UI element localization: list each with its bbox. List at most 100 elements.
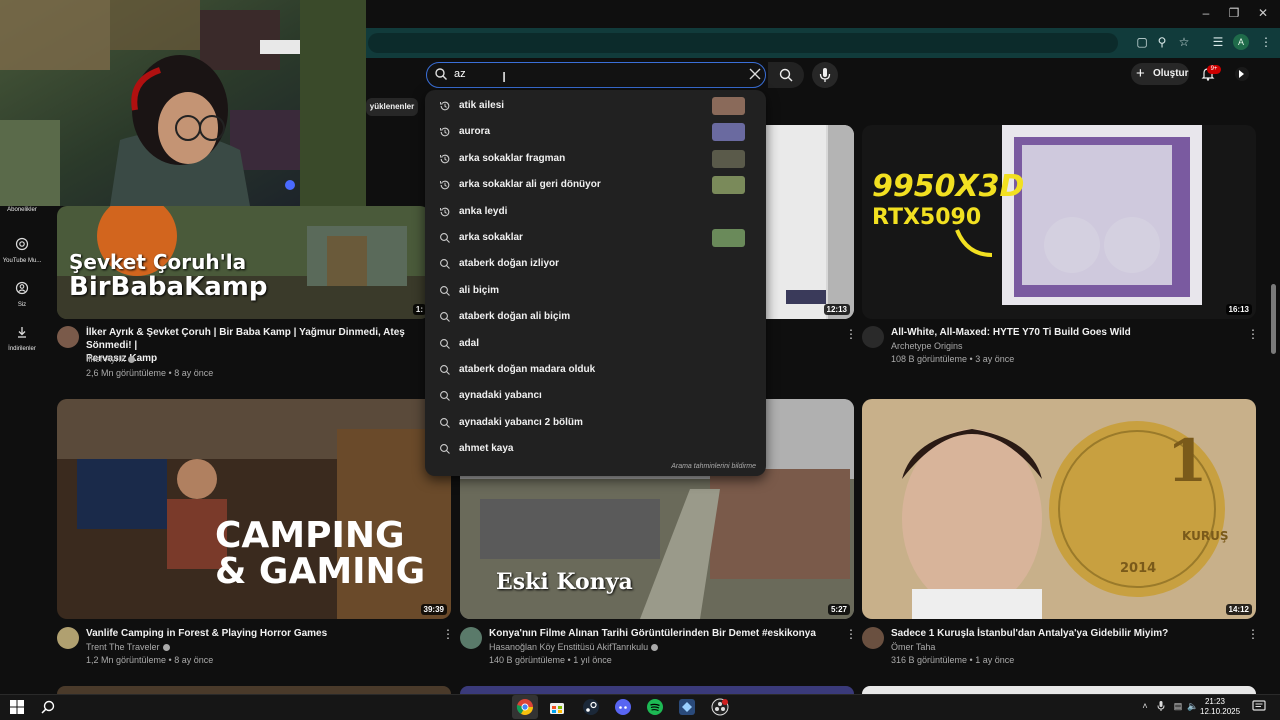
browser-menu-icon[interactable]: ⋮ (1258, 34, 1274, 50)
search-suggestion-item[interactable]: ataberk doğan madara olduk (425, 358, 766, 384)
video-thumbnail[interactable]: 1 KURUŞ 2014 14:12 (862, 399, 1256, 619)
video-title[interactable]: Konya'nın Filme Alınan Tarihi Görüntüler… (489, 627, 839, 640)
minimize-icon[interactable]: – (1196, 6, 1216, 22)
tray-microphone-icon[interactable] (1156, 700, 1166, 712)
filter-chip-uploads[interactable]: yüklenenler (366, 98, 418, 116)
channel-name[interactable]: İlker Ayrık (86, 353, 136, 366)
more-options-icon[interactable]: ⋮ (845, 627, 857, 641)
more-options-icon[interactable]: ⋮ (845, 327, 857, 341)
search-suggestion-item[interactable]: adal (425, 332, 766, 358)
search-button[interactable] (768, 62, 804, 88)
video-thumbnail[interactable] (57, 686, 451, 694)
playlist-icon[interactable]: ☰ (1210, 34, 1226, 50)
taskbar-search-icon[interactable] (40, 699, 56, 715)
video-thumbnail[interactable] (862, 686, 1256, 694)
search-suggestion-item[interactable]: aynadaki yabancı (425, 384, 766, 410)
taskbar-clock[interactable]: 21:23 12.10.2025 (1200, 697, 1241, 717)
video-title[interactable]: İlker Ayrık & Şevket Çoruh | Bir Baba Ka… (86, 326, 426, 365)
suggestion-text: ataberk doğan madara olduk (459, 364, 596, 375)
page-scrollbar[interactable] (1271, 284, 1276, 354)
clear-search-icon[interactable] (748, 67, 762, 81)
clock-date: 12.10.2025 (1200, 707, 1241, 716)
more-options-icon[interactable]: ⋮ (442, 627, 454, 641)
search-suggestion-item[interactable]: aurora (425, 120, 766, 146)
video-thumbnail[interactable]: 9950X3D RTX5090 16:13 (862, 125, 1256, 319)
address-bar[interactable] (368, 33, 1118, 53)
windows-taskbar (0, 694, 1280, 720)
notification-center-icon[interactable] (1252, 700, 1266, 712)
restore-icon[interactable]: ❐ (1224, 6, 1244, 22)
search-suggestion-item[interactable]: ataberk doğan izliyor (425, 252, 766, 278)
thumbnail-overlay-text: Eski Konya (496, 569, 633, 595)
channel-name-text: İlker Ayrık (86, 354, 126, 364)
history-icon (440, 180, 450, 190)
search-icon (440, 312, 450, 323)
channel-avatar[interactable] (460, 627, 482, 649)
duration-badge: 5:27 (827, 604, 850, 615)
search-suggestion-item[interactable]: aynadaki yabancı 2 bölüm (425, 411, 766, 437)
search-suggestion-item[interactable]: ali biçim (425, 279, 766, 305)
sidebar-item-subscriptions[interactable]: Abonelikler (0, 205, 44, 213)
voice-search-button[interactable] (812, 62, 838, 88)
windows-start-icon[interactable] (10, 700, 24, 714)
suggestion-text: arka sokaklar ali geri dönüyor (459, 179, 601, 191)
channel-avatar[interactable] (862, 627, 884, 649)
channel-avatar[interactable] (862, 326, 884, 348)
cast-icon[interactable]: ▢ (1134, 34, 1150, 50)
sidebar-item-label: Siz (17, 302, 27, 308)
duration-badge: 39:39 (420, 604, 447, 615)
close-window-icon[interactable]: ✕ (1253, 6, 1273, 22)
search-suggestion-item[interactable]: arka sokaklar ali geri dönüyor (425, 173, 766, 199)
search-suggestion-item[interactable]: arka sokaklar fragman (425, 147, 766, 173)
network-icon[interactable]: ▤ (1172, 700, 1184, 712)
channel-avatar[interactable] (57, 326, 79, 348)
video-title[interactable]: Vanlife Camping in Forest & Playing Horr… (86, 627, 426, 640)
chrome-icon[interactable] (516, 698, 534, 716)
video-title[interactable]: Sadece 1 Kuruşla İstanbul'dan Antalya'ya… (891, 627, 1231, 640)
sidebar-item-label: İndirilenler (8, 346, 36, 352)
discord-icon[interactable] (614, 698, 632, 716)
video-thumbnail[interactable]: CAMPING & GAMING 39:39 (57, 399, 451, 619)
store-icon[interactable] (548, 698, 566, 716)
suggestion-text: aurora (459, 126, 491, 138)
search-suggestion-item[interactable]: arka sokaklar (425, 226, 766, 252)
video-title[interactable]: All-White, All-Maxed: HYTE Y70 Ti Build … (891, 326, 1231, 339)
bookmark-star-icon[interactable]: ☆ (1176, 34, 1192, 50)
video-thumbnail[interactable]: Şevket Çoruh'la BirBabaKamp 1: (57, 206, 430, 319)
channel-avatar[interactable] (57, 627, 79, 649)
volume-icon[interactable]: 🔈 (1187, 700, 1199, 712)
profile-avatar-icon[interactable] (1234, 66, 1250, 82)
more-options-icon[interactable]: ⋮ (1247, 327, 1259, 341)
more-options-icon[interactable]: ⋮ (1247, 627, 1259, 641)
search-input[interactable] (426, 62, 766, 88)
zoom-icon[interactable]: ⚲ (1154, 34, 1170, 50)
browser-profile-avatar[interactable]: A (1233, 34, 1249, 50)
search-suggestion-item[interactable]: atik ailesi (425, 94, 766, 120)
tray-overflow-icon[interactable]: ˄ (1139, 700, 1151, 712)
thumbnail-overlay-text: & GAMING (215, 551, 426, 592)
channel-name[interactable]: Trent The Traveler (86, 641, 170, 654)
search-icon (440, 444, 450, 455)
search-suggestion-item[interactable]: ahmet kaya (425, 437, 766, 463)
video-thumbnail[interactable]: 12:13 (766, 125, 854, 319)
report-predictions-link[interactable]: Arama tahminlerini bildirme (671, 463, 756, 470)
suggestion-text: atik ailesi (459, 100, 505, 111)
channel-name[interactable]: Hasanoğlan Köy Enstitüsü AkifTanrıkulu (489, 641, 659, 654)
search-suggestion-item[interactable]: anka leydi (425, 200, 766, 226)
sidebar-item-youtube-music[interactable]: YouTube Mu... (0, 237, 44, 264)
sidebar-item-you[interactable]: Siz (0, 281, 44, 308)
steam-icon[interactable] (582, 698, 600, 716)
channel-name[interactable]: Ömer Taha (891, 641, 935, 654)
spotify-icon[interactable] (646, 698, 664, 716)
video-thumbnail[interactable] (460, 686, 854, 694)
coin-label-text: KURUŞ (1182, 529, 1229, 543)
thumbnail-overlay-text: CAMPING (215, 515, 405, 556)
search-suggestion-item[interactable]: ataberk doğan ali biçim (425, 305, 766, 331)
app-icon[interactable] (678, 698, 696, 716)
microphone-icon (819, 68, 831, 82)
sidebar-item-label: YouTube Mu... (2, 258, 42, 264)
sidebar-item-downloads[interactable]: İndirilenler (0, 325, 44, 352)
channel-name[interactable]: Archetype Origins (891, 340, 963, 353)
obs-icon[interactable] (711, 698, 729, 716)
search-submit-icon (779, 68, 793, 82)
